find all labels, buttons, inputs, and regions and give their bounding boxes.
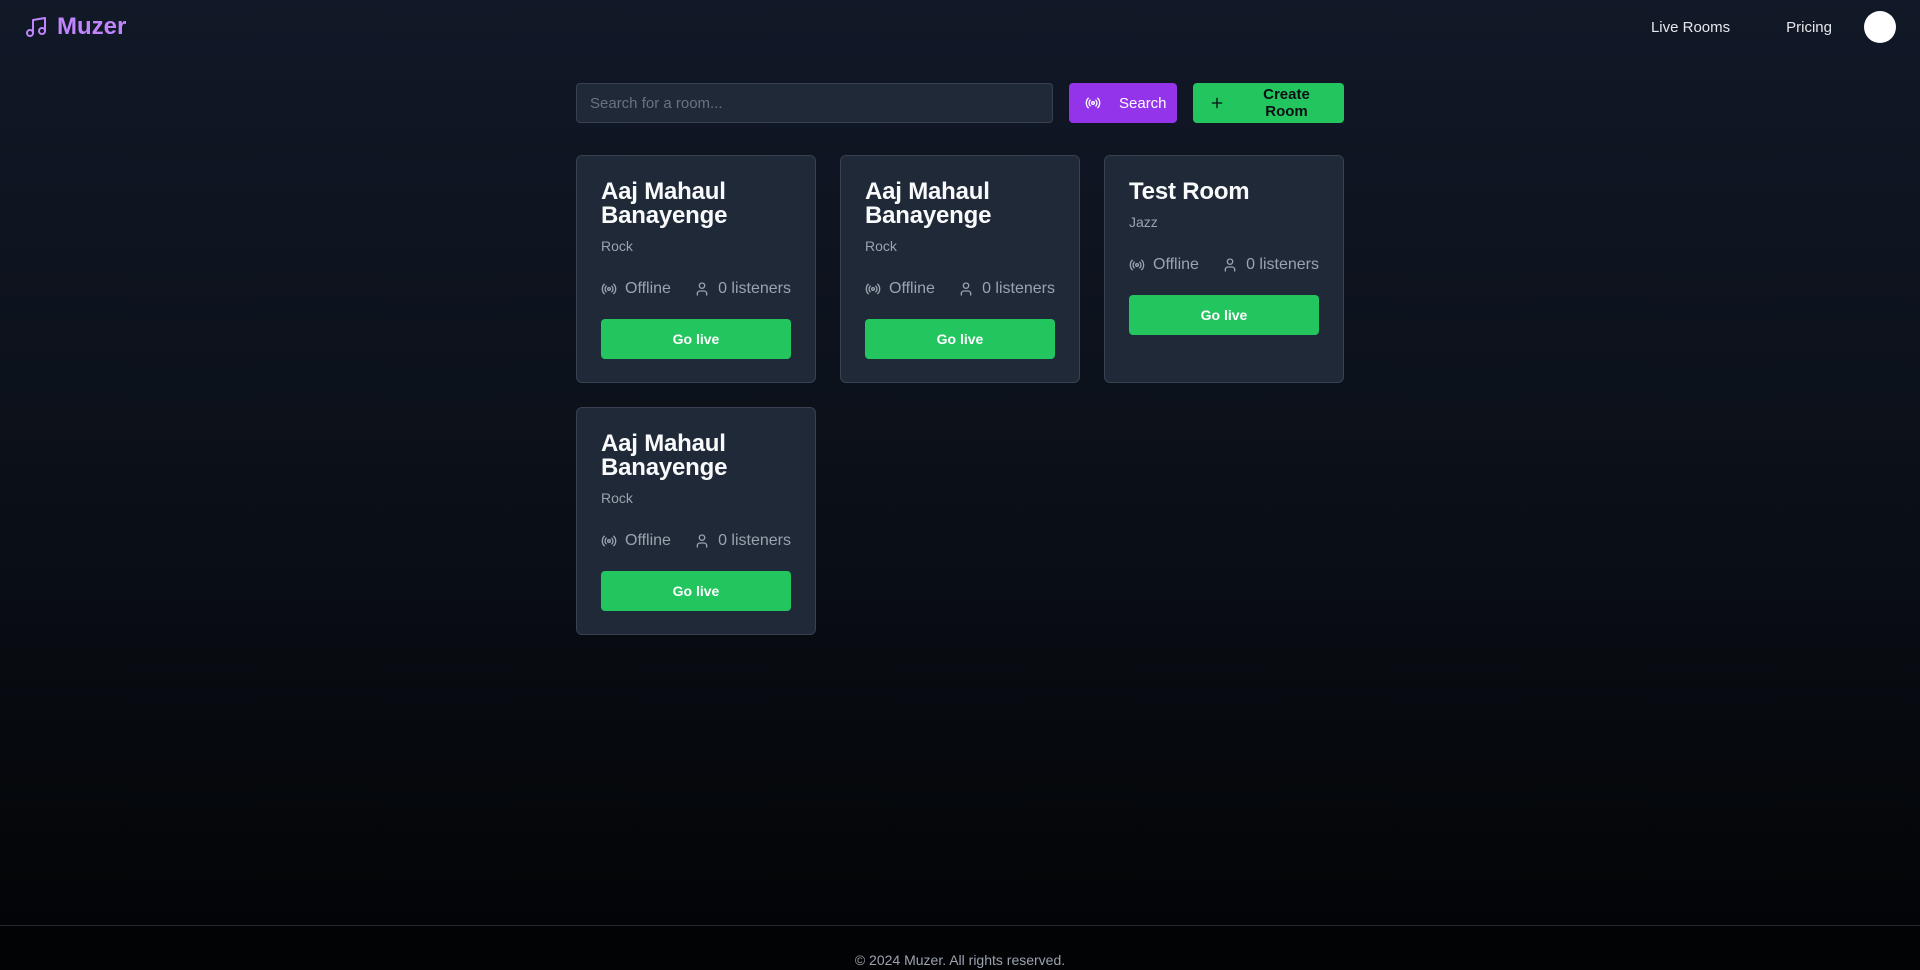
room-card: Test Room Jazz Offline 0 listeners Go li… xyxy=(1104,155,1344,383)
user-icon xyxy=(694,281,710,297)
room-title: Aaj Mahaul Banayenge xyxy=(601,178,728,229)
room-listeners: 0 listeners xyxy=(1222,256,1319,274)
broadcast-icon xyxy=(1085,95,1101,111)
room-card: Aaj Mahaul Banayenge Rock Offline 0 list… xyxy=(840,155,1080,383)
listeners-label: 0 listeners xyxy=(718,532,791,549)
room-card: Aaj Mahaul Banayenge Rock Offline 0 list… xyxy=(576,155,816,383)
nav-links: Live Rooms Pricing xyxy=(1651,11,1896,43)
room-listeners: 0 listeners xyxy=(694,532,791,550)
create-room-label: Create Room xyxy=(1263,86,1310,120)
room-genre: Rock xyxy=(865,238,897,254)
room-status: Offline xyxy=(601,280,671,298)
room-title: Aaj Mahaul Banayenge xyxy=(865,178,992,229)
room-status: Offline xyxy=(601,532,671,550)
room-card: Aaj Mahaul Banayenge Rock Offline 0 list… xyxy=(576,407,816,635)
go-live-button[interactable]: Go live xyxy=(601,571,791,611)
user-icon xyxy=(958,281,974,297)
room-status: Offline xyxy=(1129,256,1199,274)
search-input[interactable] xyxy=(576,83,1053,123)
room-title: Test Room xyxy=(1129,178,1250,205)
brand-name: Muzer xyxy=(57,13,127,40)
create-room-button[interactable]: Create Room xyxy=(1193,83,1344,123)
room-genre: Rock xyxy=(601,238,633,254)
room-listeners: 0 listeners xyxy=(694,280,791,298)
listeners-label: 0 listeners xyxy=(982,280,1055,297)
footer: © 2024 Muzer. All rights reserved. xyxy=(0,925,1920,970)
room-meta: Offline 0 listeners xyxy=(601,532,791,550)
music-note-icon xyxy=(24,15,48,39)
search-button[interactable]: Search xyxy=(1069,83,1177,123)
go-live-button[interactable]: Go live xyxy=(1129,295,1319,335)
status-label: Offline xyxy=(625,280,671,297)
room-meta: Offline 0 listeners xyxy=(601,280,791,298)
brand[interactable]: Muzer xyxy=(24,13,126,41)
room-grid: Aaj Mahaul Banayenge Rock Offline 0 list… xyxy=(576,155,1344,635)
room-meta: Offline 0 listeners xyxy=(865,280,1055,298)
broadcast-icon xyxy=(865,281,881,297)
search-button-label: Search xyxy=(1119,94,1167,112)
plus-icon xyxy=(1209,95,1225,111)
avatar[interactable] xyxy=(1864,11,1896,43)
top-nav: Muzer Live Rooms Pricing xyxy=(0,0,1920,54)
status-label: Offline xyxy=(1153,256,1199,273)
room-status: Offline xyxy=(865,280,935,298)
copyright-text: © 2024 Muzer. All rights reserved. xyxy=(854,952,1066,968)
nav-live-rooms[interactable]: Live Rooms xyxy=(1651,19,1730,36)
listeners-label: 0 listeners xyxy=(718,280,791,297)
status-label: Offline xyxy=(625,532,671,549)
broadcast-icon xyxy=(601,281,617,297)
room-title: Aaj Mahaul Banayenge xyxy=(601,430,728,481)
user-icon xyxy=(1222,257,1238,273)
room-meta: Offline 0 listeners xyxy=(1129,256,1319,274)
room-genre: Jazz xyxy=(1129,214,1158,230)
nav-pricing[interactable]: Pricing xyxy=(1786,19,1832,36)
user-icon xyxy=(694,533,710,549)
room-listeners: 0 listeners xyxy=(958,280,1055,298)
room-genre: Rock xyxy=(601,490,633,506)
go-live-button[interactable]: Go live xyxy=(865,319,1055,359)
status-label: Offline xyxy=(889,280,935,297)
listeners-label: 0 listeners xyxy=(1246,256,1319,273)
go-live-button[interactable]: Go live xyxy=(601,319,791,359)
broadcast-icon xyxy=(601,533,617,549)
search-toolbar: Search Create Room xyxy=(576,83,1344,123)
broadcast-icon xyxy=(1129,257,1145,273)
